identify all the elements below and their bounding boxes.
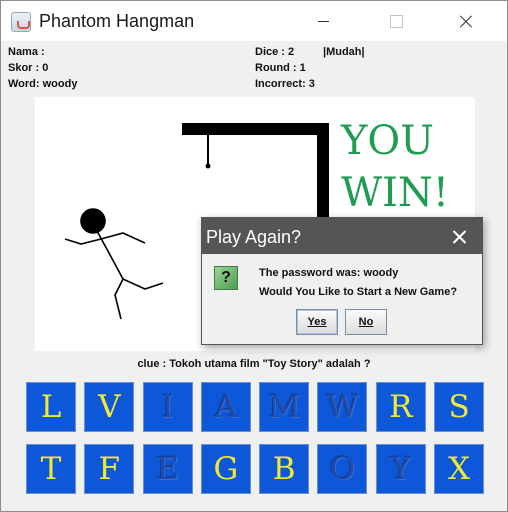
- close-icon[interactable]: [443, 5, 489, 37]
- letter-button-m[interactable]: M: [259, 382, 310, 432]
- letter-button-w[interactable]: W: [317, 382, 368, 432]
- win-banner-line1: YOU: [341, 118, 434, 164]
- stick-figure: [64, 208, 164, 320]
- letter-button-a[interactable]: A: [200, 382, 251, 432]
- difficulty-label: |Mudah|: [323, 46, 365, 58]
- letter-button-t[interactable]: T: [26, 444, 76, 494]
- player-name-label: Nama :: [8, 46, 45, 58]
- round-label: Round : 1: [255, 62, 306, 74]
- gallows-beam: [182, 123, 329, 135]
- letter-button-f[interactable]: F: [84, 444, 135, 494]
- play-again-dialog: Play Again? ? The password was: woody Wo…: [201, 217, 483, 345]
- incorrect-label: Incorrect: 3: [255, 78, 315, 90]
- score-label: Skor : 0: [8, 62, 49, 74]
- app-window: Phantom Hangman Nama : Skor : 0 Word: wo…: [0, 0, 508, 512]
- letter-button-i[interactable]: I: [142, 382, 193, 432]
- letter-button-g[interactable]: G: [200, 444, 251, 494]
- dice-label: Dice : 2: [255, 46, 295, 58]
- figure-head: [80, 208, 106, 234]
- letter-button-x[interactable]: X: [434, 444, 485, 494]
- clue-text: clue : Tokoh utama film "Toy Story" adal…: [137, 358, 371, 370]
- figure-right-arm: [100, 232, 146, 244]
- title-bar: Phantom Hangman: [1, 1, 507, 41]
- maximize-icon[interactable]: [373, 5, 419, 37]
- letter-button-v[interactable]: V: [84, 382, 135, 432]
- letter-button-y[interactable]: Y: [375, 444, 426, 494]
- word-label: Word: woody: [8, 78, 78, 90]
- letter-button-l[interactable]: L: [26, 382, 76, 432]
- rope-knot: [205, 163, 211, 169]
- dialog-message-password: The password was: woody: [259, 267, 399, 279]
- letter-button-e[interactable]: E: [142, 444, 193, 494]
- question-icon: ?: [214, 266, 238, 290]
- no-button[interactable]: No: [345, 309, 387, 335]
- letter-button-o[interactable]: O: [317, 444, 368, 494]
- yes-button[interactable]: Yes: [296, 309, 338, 335]
- letter-button-s[interactable]: S: [434, 382, 485, 432]
- win-banner-line2: WIN!: [341, 170, 449, 216]
- figure-left-arm: [64, 238, 102, 245]
- letter-keyboard: LVIAMWRS TFEGBOYX: [26, 382, 486, 494]
- dialog-title-bar: Play Again?: [202, 218, 482, 254]
- figure-left-leg: [114, 278, 124, 320]
- dialog-message-prompt: Would You Like to Start a New Game?: [259, 286, 458, 298]
- minimize-icon[interactable]: [301, 5, 347, 37]
- letter-button-b[interactable]: B: [259, 444, 310, 494]
- window-title: Phantom Hangman: [39, 11, 195, 31]
- letter-button-r[interactable]: R: [375, 382, 426, 432]
- java-coffee-icon: [11, 12, 31, 32]
- dialog-close-icon[interactable]: [442, 220, 476, 252]
- dialog-title: Play Again?: [206, 227, 302, 247]
- figure-right-leg: [122, 278, 164, 290]
- gallows-post: [317, 123, 329, 223]
